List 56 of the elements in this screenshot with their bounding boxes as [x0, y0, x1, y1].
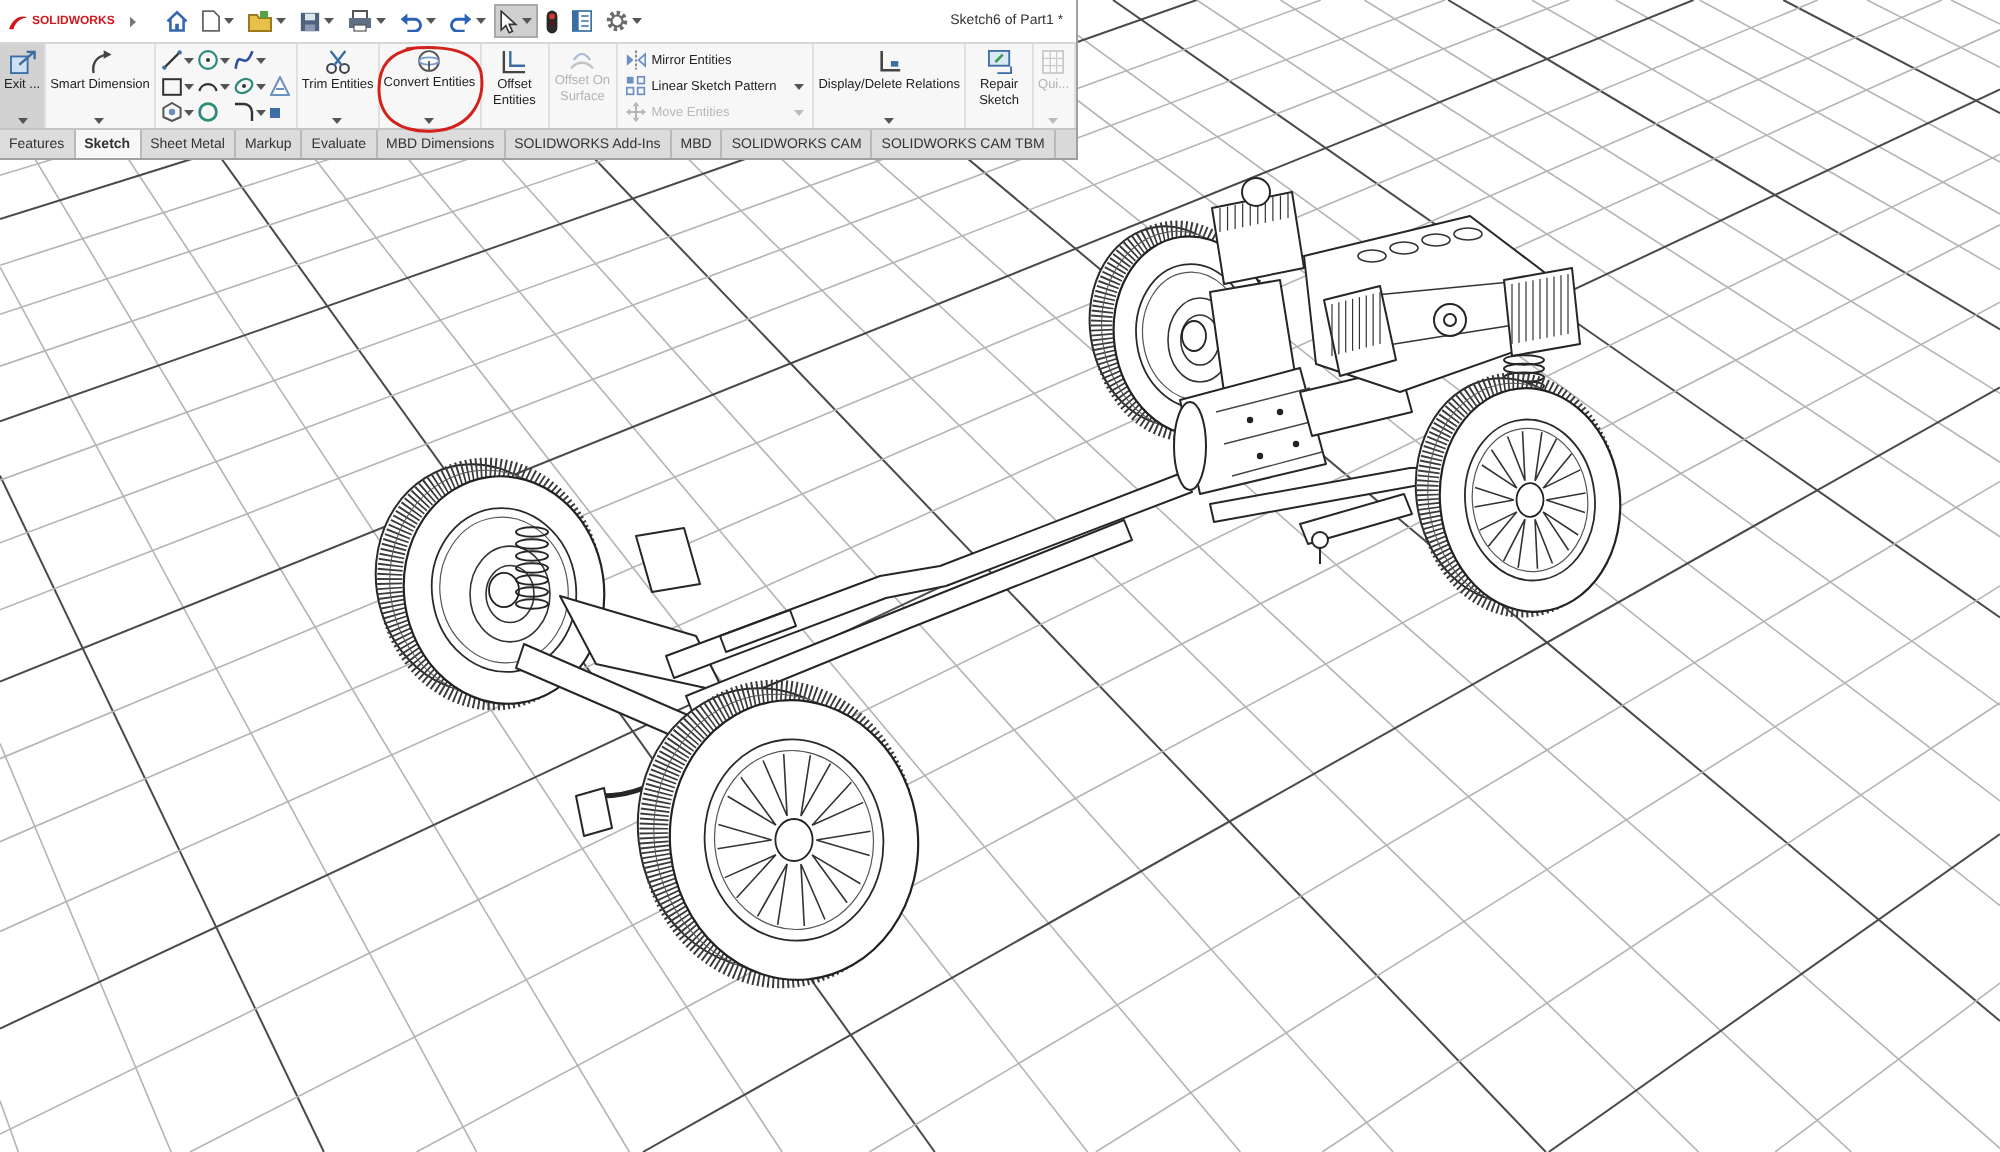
ellipse-icon[interactable] [233, 76, 254, 96]
caret-icon[interactable] [255, 57, 266, 63]
logo-icon [8, 13, 28, 29]
caret-icon[interactable] [94, 117, 105, 123]
caret-icon[interactable] [183, 57, 194, 63]
ring-icon[interactable] [197, 102, 218, 122]
caret-icon[interactable] [426, 18, 437, 24]
caret-icon[interactable] [794, 83, 805, 89]
polygon-icon[interactable] [161, 102, 182, 122]
toolbar-button[interactable] [494, 4, 539, 38]
rectangle-icon[interactable] [161, 77, 182, 95]
caret-icon[interactable] [332, 117, 343, 123]
caret-icon[interactable] [219, 57, 230, 63]
traffic-light-icon[interactable] [546, 9, 559, 33]
redo-icon[interactable] [450, 11, 473, 31]
exit-sketch-icon[interactable] [9, 50, 36, 74]
caret-icon[interactable] [183, 83, 194, 89]
caret-icon[interactable] [276, 18, 287, 24]
caret-icon[interactable] [255, 83, 266, 89]
save-icon[interactable] [300, 11, 321, 31]
caret-icon[interactable] [255, 109, 266, 115]
settings-icon[interactable] [606, 10, 629, 32]
caret-icon[interactable] [632, 18, 643, 24]
caret-icon[interactable] [324, 18, 335, 24]
fillet-corner-icon[interactable] [233, 102, 254, 122]
caret-icon[interactable] [884, 117, 895, 123]
caret-icon[interactable] [522, 18, 533, 24]
arc-icon[interactable] [197, 80, 218, 92]
curved-arrow-icon[interactable] [87, 50, 112, 74]
cursor-icon[interactable] [500, 9, 519, 33]
relations-icon[interactable] [877, 50, 902, 74]
line-icon[interactable] [161, 50, 182, 70]
spline-icon[interactable] [233, 50, 254, 70]
point-icon[interactable] [269, 107, 280, 117]
sphere-icon[interactable] [418, 50, 441, 72]
printer-icon[interactable] [348, 10, 373, 32]
expand-arrow-icon[interactable] [130, 15, 137, 27]
caret-icon[interactable] [424, 117, 435, 123]
circle-icon[interactable] [197, 50, 218, 70]
caret-icon[interactable] [224, 18, 235, 24]
pattern-icon[interactable] [625, 76, 646, 96]
repair-icon[interactable] [987, 50, 1012, 74]
caret-icon[interactable] [376, 18, 387, 24]
document-icon[interactable] [202, 10, 221, 32]
scissors-icon[interactable] [325, 50, 350, 74]
caret-icon[interactable] [183, 109, 194, 115]
caret-icon[interactable] [476, 18, 487, 24]
folder-icon[interactable] [248, 10, 273, 32]
home-icon[interactable] [166, 10, 189, 32]
caret-icon[interactable] [17, 117, 28, 123]
offset-icon[interactable] [502, 50, 527, 74]
caret-icon[interactable] [219, 83, 230, 89]
panel-icon[interactable] [572, 10, 593, 32]
mirror-icon[interactable] [625, 50, 646, 70]
triangle-icon[interactable] [269, 76, 290, 96]
undo-icon[interactable] [400, 11, 423, 31]
